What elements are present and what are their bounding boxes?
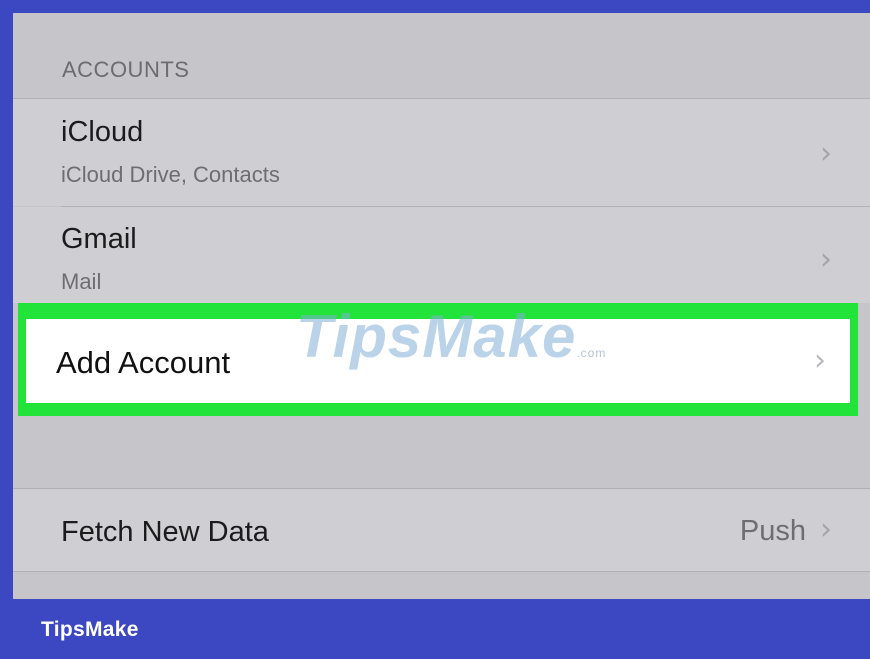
fetch-value: Push — [739, 515, 806, 547]
section-spacer — [13, 416, 870, 488]
divider — [13, 571, 870, 572]
account-subtitle: Mail — [61, 269, 102, 294]
accounts-section-header: ACCOUNTS — [13, 13, 870, 98]
fetch-new-data-label: Fetch New Data — [61, 516, 269, 548]
chevron-right-icon: › — [820, 242, 832, 277]
brand-label: TipsMake — [41, 618, 139, 641]
chevron-right-icon: › — [820, 136, 832, 171]
account-row-icloud[interactable]: iCloud iCloud Drive, Contacts › — [13, 99, 870, 206]
add-account-row[interactable]: Add Account › — [26, 319, 850, 403]
account-subtitle: iCloud Drive, Contacts — [61, 162, 280, 187]
section-header-label: ACCOUNTS — [62, 57, 190, 82]
chevron-right-icon: › — [820, 512, 832, 547]
account-row-gmail[interactable]: Gmail Mail › — [13, 207, 870, 303]
account-title: iCloud — [61, 116, 144, 148]
settings-screen: ACCOUNTS iCloud iCloud Drive, Contacts ›… — [13, 13, 870, 599]
add-account-label: Add Account — [56, 345, 231, 380]
chevron-right-icon: › — [814, 343, 826, 378]
account-title: Gmail — [61, 223, 137, 255]
add-account-highlight: Add Account › — [18, 303, 858, 416]
brand-bar: TipsMake — [0, 599, 870, 659]
fetch-new-data-row[interactable]: Fetch New Data Push › — [13, 489, 870, 571]
